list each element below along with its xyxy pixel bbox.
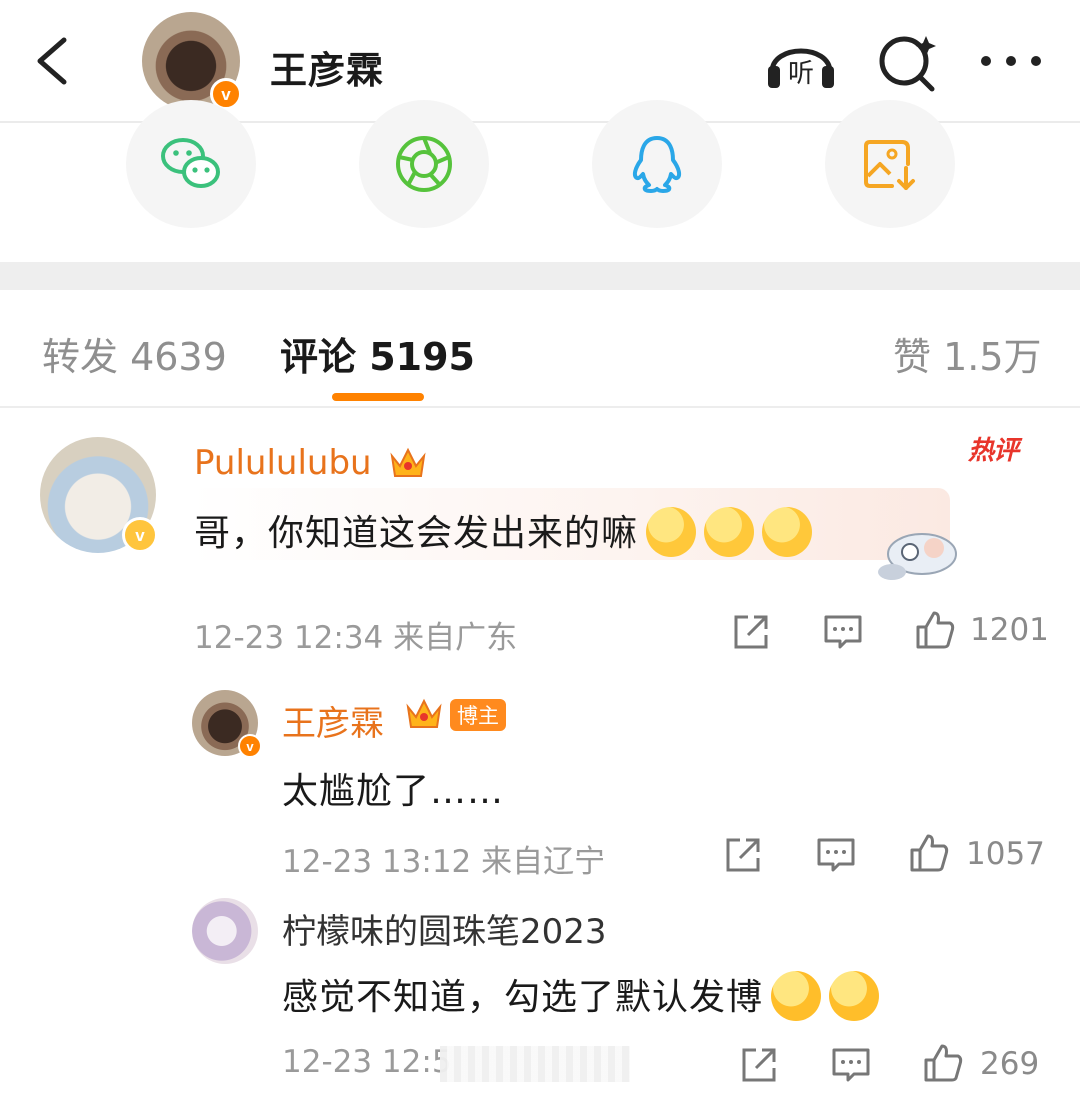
- share-wechat-button[interactable]: [126, 100, 256, 228]
- repost-icon[interactable]: [730, 611, 772, 653]
- blurred-region: [440, 1046, 630, 1082]
- verified-badge: v: [238, 734, 262, 758]
- comment-meta: 12-23 12:5: [282, 1044, 452, 1080]
- reply-icon[interactable]: [830, 1044, 872, 1086]
- reply-icon[interactable]: [822, 611, 864, 653]
- comment-text: 太尴尬了……: [282, 771, 505, 812]
- share-qq-button[interactable]: [592, 100, 722, 228]
- moments-icon: [396, 136, 452, 192]
- like-count: 1201: [970, 612, 1049, 648]
- search-icon[interactable]: [870, 30, 944, 92]
- save-image-icon: [864, 140, 915, 190]
- reply-icon[interactable]: [815, 834, 857, 876]
- verified-badge: v: [122, 517, 158, 553]
- tab-reposts[interactable]: 转发 4639: [42, 326, 227, 381]
- comment-username[interactable]: Pulululubu: [194, 443, 372, 483]
- comment-meta: 12-23 12:34 来自广东: [194, 620, 518, 656]
- thinking-emoji-icon: [762, 507, 813, 557]
- save-image-button[interactable]: [825, 100, 955, 228]
- section-separator: [0, 262, 1080, 290]
- hot-comment-tag: 热评: [968, 436, 1019, 466]
- crown-icon: [406, 698, 442, 728]
- like-icon[interactable]: [922, 1042, 964, 1084]
- author-name[interactable]: 王彦霖: [270, 40, 384, 94]
- avatar[interactable]: [192, 898, 258, 964]
- comment-text: 感觉不知道，勾选了默认发博: [282, 968, 880, 1024]
- thinking-emoji-icon: [704, 507, 755, 557]
- comment-username[interactable]: 柠檬味的圆珠笔2023: [282, 904, 607, 953]
- author-avatar[interactable]: v: [142, 12, 242, 110]
- laughing-emoji-icon: [771, 971, 822, 1021]
- bubble-decoration-icon: [878, 533, 957, 580]
- crown-icon: [390, 447, 426, 477]
- tab-comments[interactable]: 评论 5195: [280, 326, 475, 381]
- repost-icon[interactable]: [738, 1044, 780, 1086]
- laughing-emoji-icon: [829, 971, 880, 1021]
- like-count: 269: [980, 1046, 1040, 1082]
- comment-meta: 12-23 13:12 来自辽宁: [282, 844, 606, 880]
- thinking-emoji-icon: [646, 507, 697, 557]
- tab-likes[interactable]: 赞 1.5万: [893, 326, 1042, 381]
- avatar[interactable]: v: [192, 690, 262, 758]
- more-icon[interactable]: [974, 30, 1048, 92]
- repost-icon[interactable]: [722, 834, 764, 876]
- like-icon[interactable]: [908, 832, 950, 874]
- comment-text: 哥，你知道这会发出来的嘛: [194, 504, 813, 560]
- tabs-divider: [0, 406, 1080, 408]
- blogger-badge: 博主: [450, 699, 506, 731]
- like-icon[interactable]: [914, 609, 956, 651]
- wechat-icon: [161, 138, 220, 188]
- back-arrow-icon[interactable]: [30, 36, 74, 86]
- like-count: 1057: [966, 836, 1045, 872]
- comment-username[interactable]: 王彦霖: [282, 696, 384, 745]
- avatar[interactable]: v: [40, 437, 158, 553]
- listen-icon[interactable]: 听: [764, 30, 838, 92]
- active-tab-indicator: [332, 393, 424, 401]
- listen-label: 听: [788, 59, 814, 89]
- share-moments-button[interactable]: [359, 100, 489, 228]
- qq-icon: [632, 136, 682, 193]
